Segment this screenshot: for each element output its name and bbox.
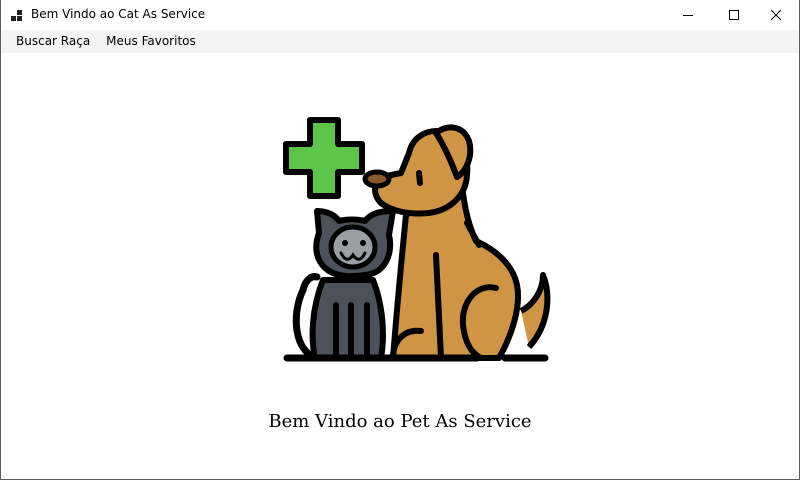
maximize-icon xyxy=(728,6,740,25)
maximize-button[interactable] xyxy=(711,0,757,30)
health-cross-icon xyxy=(283,117,365,199)
minimize-icon xyxy=(682,6,694,25)
main-content: Bem Vindo ao Pet As Service xyxy=(1,53,799,479)
app-window-icon xyxy=(11,8,24,21)
welcome-text: Bem Vindo ao Pet As Service xyxy=(268,411,532,432)
menu-item-buscar-raca[interactable]: Buscar Raça xyxy=(8,30,98,53)
menu-item-meus-favoritos[interactable]: Meus Favoritos xyxy=(98,30,204,53)
close-icon xyxy=(770,6,782,25)
pet-cat-dog-health-illustration xyxy=(283,117,551,362)
title-bar[interactable]: Bem Vindo ao Cat As Service xyxy=(1,0,799,30)
close-button[interactable] xyxy=(753,0,799,30)
menu-bar: Buscar Raça Meus Favoritos xyxy=(1,30,799,53)
window-title: Bem Vindo ao Cat As Service xyxy=(31,7,206,21)
minimize-button[interactable] xyxy=(665,0,711,30)
app-window: Bem Vindo ao Cat As Service Buscar Raça … xyxy=(0,0,800,480)
